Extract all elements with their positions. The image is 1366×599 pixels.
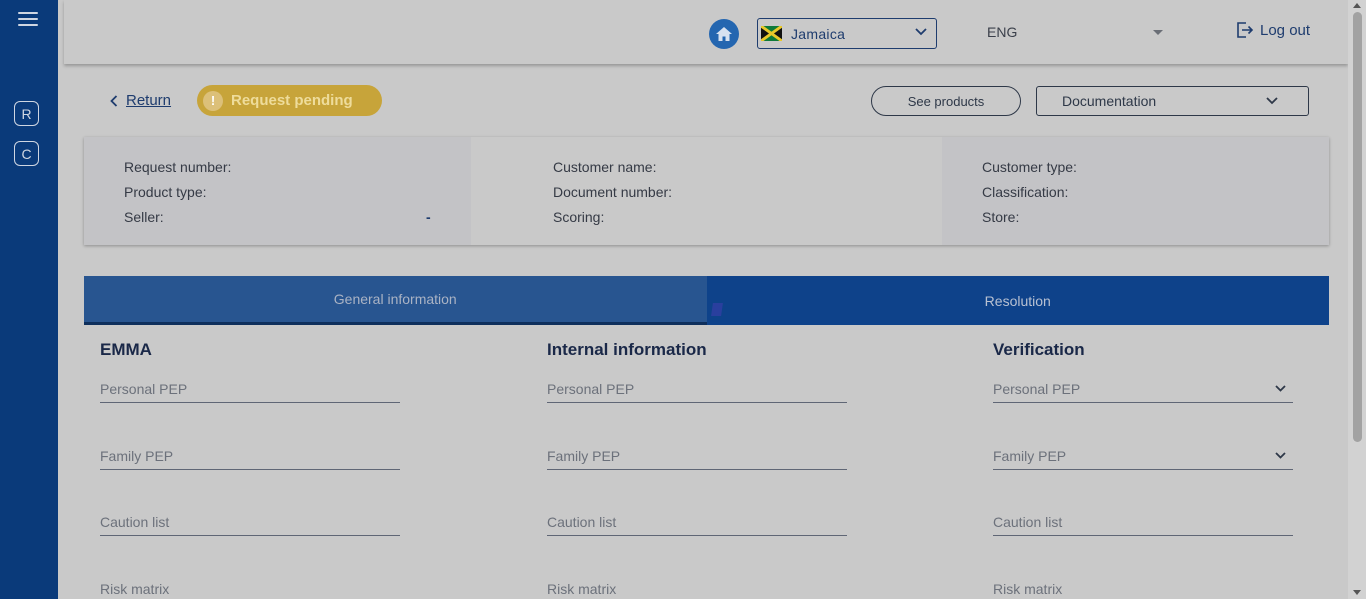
summary-column-1: Request number: Product type: Seller: -: [84, 137, 471, 245]
verification-family-pep-select[interactable]: Family PEP: [993, 440, 1293, 470]
seller-label: Seller:: [124, 209, 164, 225]
emma-risk-matrix-field[interactable]: Risk matrix: [100, 573, 400, 599]
section-title-verification: Verification: [993, 340, 1085, 359]
verification-risk-matrix-field[interactable]: Risk matrix: [993, 573, 1293, 599]
emma-section: EMMA Personal PEP Family PEP Caution lis…: [100, 340, 400, 597]
chevron-down-icon: [915, 28, 927, 36]
logout-label: Log out: [1260, 21, 1311, 39]
country-label: Jamaica: [791, 25, 846, 42]
customer-type-label: Customer type:: [982, 159, 1077, 175]
see-products-button[interactable]: See products: [871, 86, 1021, 116]
summary-column-3: Customer type: Classification: Store:: [942, 137, 1329, 245]
request-summary-card: Request number: Product type: Seller: - …: [84, 137, 1329, 245]
verification-personal-pep-select[interactable]: Personal PEP: [993, 373, 1293, 403]
home-icon: [716, 27, 732, 41]
chevron-down-icon: [1275, 385, 1286, 392]
document-number-label: Document number:: [553, 184, 673, 200]
verification-family-pep-label: Family PEP: [993, 448, 1067, 464]
return-link[interactable]: Return: [110, 92, 171, 109]
scroll-up-icon[interactable]: [1353, 3, 1361, 8]
scrollbar[interactable]: [1348, 0, 1366, 599]
internal-information-section: Internal information Personal PEP Family…: [547, 340, 847, 597]
top-bar: Jamaica ENG Log out: [64, 0, 1348, 64]
scoring-label: Scoring:: [553, 209, 605, 225]
sidebar-item-c[interactable]: C: [14, 141, 39, 166]
classification-label: Classification:: [982, 184, 1069, 200]
internal-family-pep-field[interactable]: Family PEP: [547, 440, 847, 470]
sidebar-item-r[interactable]: R: [14, 101, 39, 126]
documentation-select[interactable]: Documentation: [1036, 86, 1309, 116]
tab-general-information[interactable]: General information: [84, 276, 707, 325]
tab-resolution[interactable]: Resolution: [706, 276, 1329, 325]
internal-risk-matrix-field[interactable]: Risk matrix: [547, 573, 847, 599]
emma-caution-list-field[interactable]: Caution list: [100, 506, 400, 536]
customer-name-label: Customer name:: [553, 159, 657, 175]
alert-icon: !: [203, 90, 223, 111]
logout-button[interactable]: Log out: [1234, 20, 1310, 40]
home-button[interactable]: [709, 19, 739, 49]
section-title-internal: Internal information: [547, 340, 707, 359]
section-title-emma: EMMA: [100, 340, 152, 359]
verification-personal-pep-label: Personal PEP: [993, 381, 1081, 397]
product-type-label: Product type:: [124, 184, 207, 200]
summary-column-2: Customer name: Document number: Scoring:: [471, 137, 942, 245]
return-label: Return: [126, 92, 172, 109]
sidebar: R C: [0, 0, 58, 599]
verification-section: Verification Personal PEP Family PEP Cau…: [993, 340, 1293, 597]
internal-personal-pep-field[interactable]: Personal PEP: [547, 373, 847, 403]
verification-caution-list-field[interactable]: Caution list: [993, 506, 1293, 536]
internal-caution-list-field[interactable]: Caution list: [547, 506, 847, 536]
emma-personal-pep-field[interactable]: Personal PEP: [100, 373, 400, 403]
request-number-label: Request number:: [124, 159, 232, 175]
store-label: Store:: [982, 209, 1020, 225]
scroll-thumb[interactable]: [1353, 12, 1362, 442]
documentation-label: Documentation: [1062, 93, 1157, 109]
status-label: Request pending: [231, 92, 353, 109]
country-select[interactable]: Jamaica: [757, 18, 937, 49]
tab-bar: General information Resolution: [84, 276, 1329, 325]
hamburger-menu-icon[interactable]: [18, 12, 38, 26]
caret-down-icon[interactable]: [1153, 30, 1163, 35]
language-select[interactable]: ENG: [987, 24, 1017, 40]
chevron-left-icon: [110, 94, 118, 107]
logout-icon: [1237, 22, 1254, 38]
emma-family-pep-field[interactable]: Family PEP: [100, 440, 400, 470]
seller-value: -: [426, 209, 431, 225]
scroll-down-icon[interactable]: [1353, 590, 1361, 595]
status-badge: ! Request pending: [197, 85, 382, 116]
chevron-down-icon: [1275, 452, 1286, 459]
chevron-down-icon: [1266, 97, 1278, 105]
cursor-mark: [711, 303, 723, 316]
jamaica-flag-icon: [761, 26, 782, 41]
